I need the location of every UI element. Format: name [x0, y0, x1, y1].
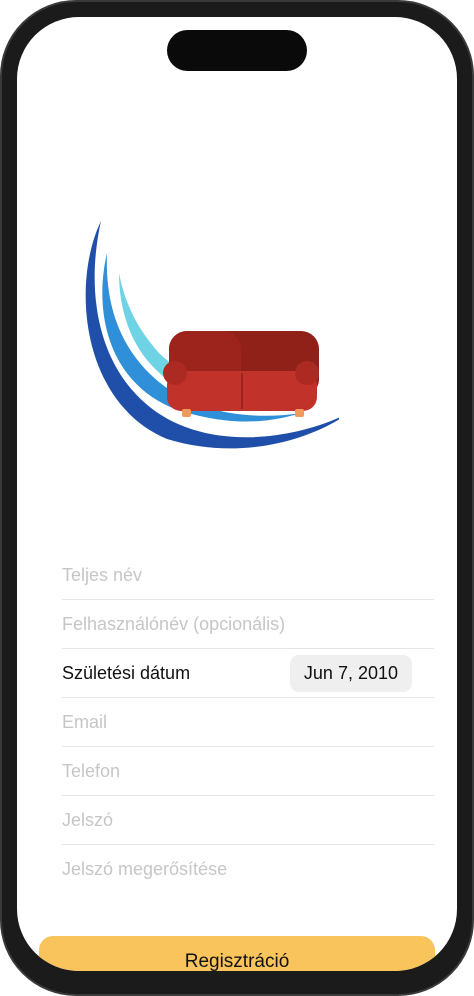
full-name-row — [62, 551, 434, 600]
password-confirm-input[interactable] — [62, 845, 434, 893]
dynamic-island — [167, 30, 307, 71]
birth-date-row: Születési dátum Jun 7, 2010 — [62, 649, 434, 698]
username-input[interactable] — [62, 600, 434, 648]
birth-date-picker[interactable]: Jun 7, 2010 — [289, 655, 412, 692]
app-screen: Születési dátum Jun 7, 2010 Regisztráció — [17, 17, 457, 971]
email-row — [62, 698, 434, 747]
password-confirm-row — [62, 845, 434, 894]
full-name-input[interactable] — [62, 551, 434, 599]
sofa-wave-logo-icon — [85, 221, 339, 449]
register-button-label: Regisztráció — [184, 951, 290, 971]
registration-form: Születési dátum Jun 7, 2010 — [62, 551, 434, 894]
email-input[interactable] — [62, 698, 434, 746]
birth-date-label: Születési dátum — [62, 663, 191, 683]
phone-row — [62, 747, 434, 796]
password-row — [62, 796, 434, 845]
password-input[interactable] — [62, 796, 434, 844]
register-button[interactable]: Regisztráció — [39, 936, 435, 971]
phone-input[interactable] — [62, 747, 434, 795]
username-row — [62, 600, 434, 649]
